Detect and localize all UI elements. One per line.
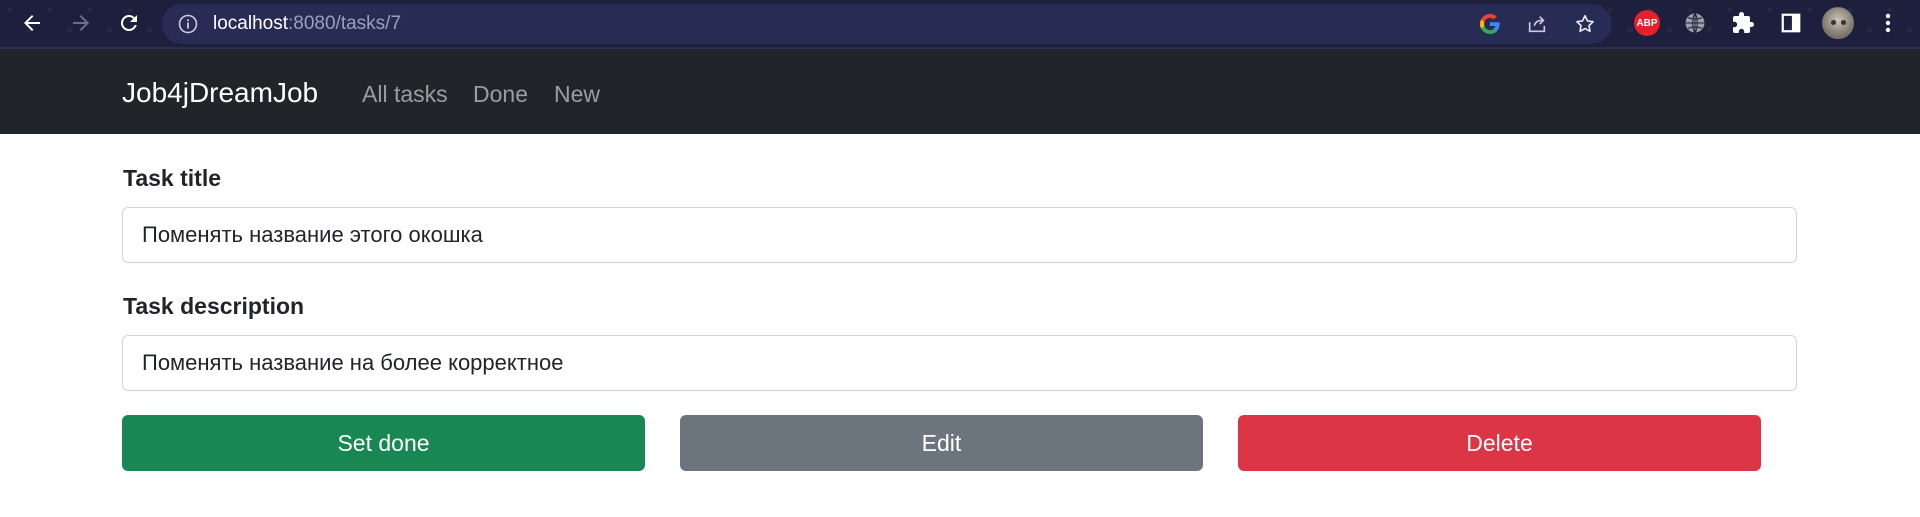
url-path: :8080/tasks/7 [288,13,402,34]
back-button[interactable] [15,6,49,40]
task-description-input[interactable] [122,335,1797,391]
nav-link-done[interactable]: Done [473,81,528,108]
app-navbar: Job4jDreamJob All tasks Done New [0,49,1920,134]
nav-link-new[interactable]: New [554,81,600,108]
kebab-menu-icon[interactable] [1875,10,1901,36]
avatar [1822,7,1854,39]
reload-button[interactable] [112,6,146,40]
set-done-button[interactable]: Set done [122,415,645,471]
arrow-left-icon [24,15,40,31]
share-icon[interactable] [1525,12,1549,36]
globe-icon[interactable] [1682,10,1708,36]
brand-link[interactable]: Job4jDreamJob [122,77,318,109]
url-text[interactable]: localhost:8080/tasks/7 [213,13,401,35]
task-description-label: Task description [123,293,305,319]
puzzle-icon[interactable] [1730,10,1756,36]
info-icon[interactable] [178,14,198,34]
delete-button[interactable]: Delete [1238,415,1761,471]
task-title-input[interactable] [122,207,1797,263]
abp-badge: ABP [1634,10,1660,36]
star-icon[interactable] [1573,12,1597,36]
google-logo [1479,13,1500,35]
edit-button[interactable]: Edit [680,415,1203,471]
arrow-right-icon [73,15,89,31]
abp-icon[interactable]: ABP [1634,10,1660,36]
google-icon[interactable] [1478,12,1502,36]
url-host: localhost [213,13,288,34]
side-panel-icon[interactable] [1778,10,1804,36]
nav-link-all-tasks[interactable]: All tasks [362,81,448,108]
browser-toolbar: localhost:8080/tasks/7 ABP [0,0,1920,49]
reload-icon [120,14,137,31]
profile-button[interactable] [1822,7,1854,39]
task-title-label: Task title [123,165,221,191]
forward-button[interactable] [64,6,98,40]
address-bar[interactable]: localhost:8080/tasks/7 [162,4,1612,44]
